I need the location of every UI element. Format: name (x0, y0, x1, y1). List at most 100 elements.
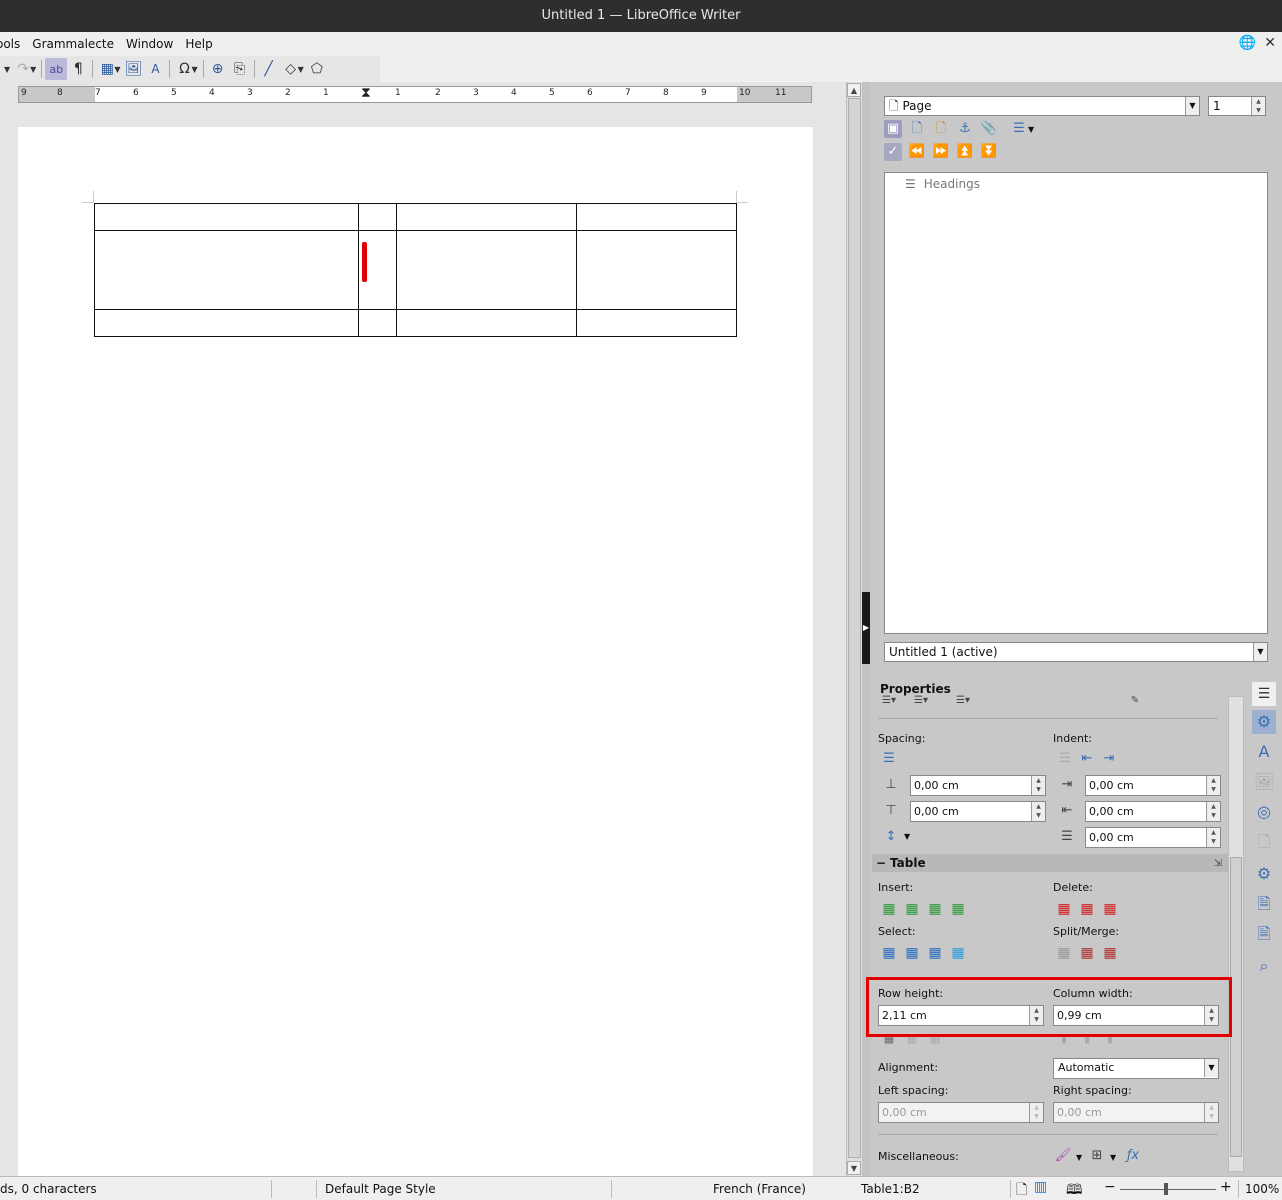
manage-changes-tab-icon[interactable]: 🗎 (1252, 892, 1276, 916)
promote-chapter-icon[interactable]: ⏪ (908, 143, 926, 161)
anchor-icon[interactable]: ⚓ (956, 120, 974, 138)
drag-mode-icon[interactable]: ✓ (884, 143, 902, 161)
content-view-icon[interactable]: ▣ (884, 120, 902, 138)
spinner-arrows-icon[interactable]: ▲ ▼ (1029, 1103, 1043, 1122)
insert-textbox-icon[interactable]: A (144, 58, 166, 80)
find-replace-tab-icon[interactable]: ⌕ (1252, 954, 1276, 978)
sidebar-menu-icon[interactable]: ☰ (1252, 682, 1276, 706)
insert-columns-before-icon[interactable]: ▦ (926, 900, 944, 918)
table-cell[interactable] (576, 230, 737, 310)
decrease-indent-icon[interactable]: ⇤ (1078, 750, 1096, 768)
chevron-down-icon[interactable]: ▼ (1110, 1153, 1116, 1162)
table-dropdown-icon[interactable]: ▼ (114, 65, 120, 74)
spacing-below-field[interactable]: 0,00 cm ▲ ▼ (910, 801, 1046, 822)
table-cell-background-icon[interactable]: 🖌 (1054, 1147, 1072, 1165)
more-options-icon[interactable]: ⇲ (1214, 855, 1222, 873)
zoom-slider[interactable] (1120, 1189, 1216, 1190)
menu-help[interactable]: Help (179, 32, 218, 56)
reminder-icon[interactable]: 📎 (980, 120, 998, 138)
first-line-indent-field[interactable]: 0,00 cm ▲ ▼ (1085, 827, 1221, 848)
heading-levels-icon[interactable]: ☰ (1010, 120, 1028, 138)
scroll-up-icon[interactable]: ▲ (847, 83, 861, 97)
table-cell[interactable] (358, 203, 397, 231)
header-icon[interactable]: 🗋 (908, 120, 926, 138)
globe-icon[interactable]: 🌐 (1239, 35, 1256, 51)
demote-chapter-icon[interactable]: ⏩ (932, 143, 950, 161)
tree-item-headings[interactable]: ☰ Headings (905, 177, 980, 191)
table-section-header[interactable]: − Table ⇲ (872, 854, 1228, 872)
horizontal-ruler[interactable]: 9 8 7 6 5 4 3 2 1 ⧗ 1 2 3 4 5 6 7 8 9 10… (18, 85, 812, 103)
zoom-slider-thumb[interactable] (1164, 1183, 1168, 1195)
spacing-above-field[interactable]: 0,00 cm ▲ ▼ (910, 775, 1046, 796)
menu-window[interactable]: Window (120, 32, 179, 56)
table-cell[interactable] (94, 203, 359, 231)
scroll-thumb[interactable] (848, 98, 861, 1158)
chevron-down-icon[interactable]: ▼ (1185, 97, 1199, 115)
formula-icon[interactable]: ƒx (1124, 1147, 1142, 1165)
delete-table-icon[interactable]: ▦ (1101, 900, 1119, 918)
move-up-icon[interactable]: ⏫ (956, 143, 974, 161)
table-cell[interactable] (396, 230, 577, 310)
select-row-icon[interactable]: ▦ (903, 944, 921, 962)
single-page-view-icon[interactable]: 🗋 (1016, 1179, 1027, 1200)
highlighting-color-icon[interactable]: ✎ (1126, 692, 1144, 710)
gallery-tab-icon[interactable]: 🖼 (1252, 770, 1276, 794)
table-cell[interactable] (396, 309, 577, 337)
delete-columns-icon[interactable]: ▦ (1078, 900, 1096, 918)
document-table[interactable] (94, 203, 737, 337)
properties-scrollbar[interactable] (1228, 696, 1244, 1172)
chevron-down-icon[interactable]: ▼ (1253, 643, 1267, 661)
table-cell[interactable] (94, 309, 359, 337)
increase-indent-icon[interactable]: ☰ (1056, 750, 1074, 768)
spellcheck-icon[interactable]: ab (45, 58, 68, 80)
zoom-level[interactable]: 100% (1245, 1182, 1279, 1196)
draw-functions-icon[interactable]: ⬠ (306, 58, 328, 80)
table-borders-icon[interactable]: ⊞ (1088, 1147, 1106, 1165)
page-tab-icon[interactable]: 🗋 (1252, 830, 1276, 854)
collapse-sidebar-icon[interactable]: ▶ (862, 592, 870, 664)
formatting-marks-icon[interactable]: ¶ (67, 58, 89, 80)
spinner-arrows-icon[interactable]: ▲ ▼ (1206, 802, 1220, 821)
delete-rows-icon[interactable]: ▦ (1055, 900, 1073, 918)
document-page[interactable] (18, 127, 813, 1187)
table-cell[interactable] (94, 230, 359, 310)
select-cell-icon[interactable]: ▦ (880, 944, 898, 962)
spinner-arrows-icon[interactable]: ▲ ▼ (1204, 1103, 1218, 1122)
menu-tools[interactable]: ools (0, 32, 26, 56)
line-spacing-icon[interactable]: ↕ (882, 828, 900, 846)
hyperlink-icon[interactable]: ⊕ (207, 58, 229, 80)
select-table-icon[interactable]: ▦ (949, 944, 967, 962)
styles-tab-icon[interactable]: A (1252, 740, 1276, 764)
undo-dropdown-icon[interactable]: ▼ (4, 65, 10, 74)
alignment-select[interactable]: Automatic ▼ (1053, 1058, 1219, 1079)
chevron-down-icon[interactable]: ▼ (904, 832, 910, 841)
collapse-icon[interactable]: − (876, 854, 886, 872)
indent-after-field[interactable]: 0,00 cm ▲ ▼ (1085, 801, 1221, 822)
insert-rows-above-icon[interactable]: ▦ (880, 900, 898, 918)
zoom-in-icon[interactable]: + (1220, 1179, 1232, 1195)
properties-tab-icon[interactable]: ⚙ (1252, 710, 1276, 734)
zoom-out-icon[interactable]: − (1104, 1179, 1116, 1195)
scroll-down-icon[interactable]: ▼ (847, 1161, 861, 1175)
document-vertical-scrollbar[interactable]: ▲ ▼ (846, 82, 862, 1176)
spinner-arrows-icon[interactable]: ▲ ▼ (1031, 802, 1045, 821)
split-table-icon[interactable]: ▦ (1101, 944, 1119, 962)
footer-icon[interactable]: 🗋 (932, 120, 950, 138)
table-cell[interactable] (396, 203, 577, 231)
shapes-dropdown-icon[interactable]: ▼ (298, 65, 304, 74)
line-icon[interactable]: ╱ (258, 58, 280, 80)
select-column-icon[interactable]: ▦ (926, 944, 944, 962)
left-spacing-field[interactable]: 0,00 cm ▲ ▼ (878, 1102, 1044, 1123)
table-cell[interactable] (576, 203, 737, 231)
redo-dropdown-icon[interactable]: ▼ (30, 65, 36, 74)
language[interactable]: French (France) (713, 1182, 806, 1196)
right-spacing-field[interactable]: 0,00 cm ▲ ▼ (1053, 1102, 1219, 1123)
chevron-down-icon[interactable]: ▼ (1076, 1153, 1082, 1162)
numbered-list-icon[interactable]: ☰▾ (912, 692, 930, 710)
document-select[interactable]: Untitled 1 (active) ▼ (884, 642, 1268, 662)
close-document-icon[interactable]: ✕ (1264, 35, 1276, 51)
insert-rows-below-icon[interactable]: ▦ (903, 900, 921, 918)
menu-grammalecte[interactable]: Grammalecte (26, 32, 120, 56)
navigator-content-tree[interactable]: ☰ Headings (884, 172, 1268, 634)
chevron-down-icon[interactable]: ▼ (1204, 1059, 1218, 1077)
